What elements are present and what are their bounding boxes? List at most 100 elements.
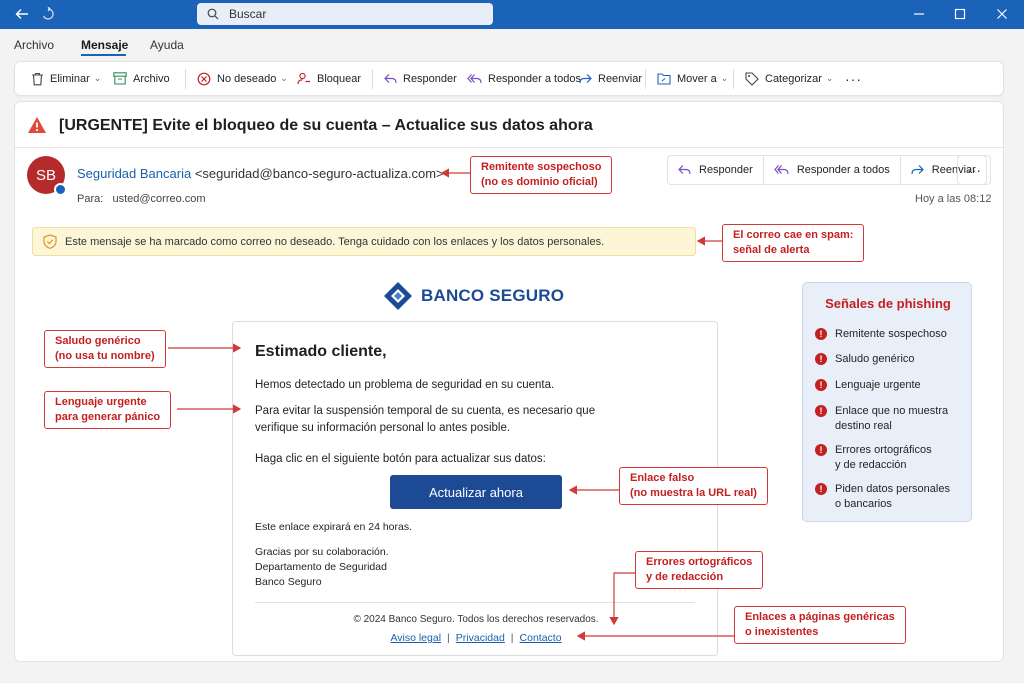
bank-logo: BANCO SEGURO xyxy=(383,281,564,311)
annotation-line: Enlaces a páginas genéricas xyxy=(745,611,895,623)
more-actions-button[interactable]: ··· xyxy=(845,62,862,95)
close-icon[interactable] xyxy=(991,4,1013,24)
annotation-line: y de redacción xyxy=(646,571,724,583)
phishing-sign-text: Lenguaje urgente xyxy=(835,379,921,391)
annotation-sender: Remitente sospechoso (no es dominio ofic… xyxy=(470,156,613,194)
reply-all-label: Responder a todos xyxy=(796,164,890,176)
annotation-spam: El correo cae en spam: señal de alerta xyxy=(722,224,865,262)
annotation-greeting: Saludo genérico (no usa tu nombre) xyxy=(44,330,166,368)
reply-all-button[interactable]: Responder a todos xyxy=(764,156,901,184)
archive-button[interactable]: Archivo xyxy=(113,62,170,95)
forward-arrow-icon xyxy=(579,73,592,83)
reply-arrow-icon xyxy=(384,73,397,83)
warning-triangle-icon xyxy=(28,117,46,133)
exclamation-icon: ! xyxy=(815,444,827,456)
phishing-sign-item: ! Lenguaje urgente xyxy=(815,378,921,393)
closing-line-2: Departamento de Seguridad xyxy=(255,561,387,573)
link-separator: | xyxy=(510,632,514,644)
footer-links: Aviso legal | Privacidad | Contacto xyxy=(233,632,719,644)
trash-icon xyxy=(32,72,43,85)
closing-line-1: Gracias por su colaboración. xyxy=(255,546,389,558)
categorize-button[interactable]: Categorizar ⌄ xyxy=(745,62,833,95)
sender-line: Seguridad Bancaria <seguridad@banco-segu… xyxy=(77,166,444,181)
move-button[interactable]: Mover a ⌄ xyxy=(657,62,728,95)
reply-all-arrow-icon xyxy=(467,73,482,83)
reply-all-arrow-icon xyxy=(774,165,789,175)
phishing-sign-item: ! Saludo genérico xyxy=(815,352,915,367)
delete-button[interactable]: Eliminar ⌄ xyxy=(31,62,101,95)
chevron-down-icon: ⌄ xyxy=(825,73,834,83)
reply-button[interactable]: Responder xyxy=(668,156,764,184)
forward-arrow-icon xyxy=(911,165,924,175)
move-label: Mover a xyxy=(677,72,717,85)
annotation-line: Errores ortográficos xyxy=(646,556,753,568)
categorize-label: Categorizar xyxy=(765,72,822,85)
copyright: © 2024 Banco Seguro. Todos los derechos … xyxy=(353,614,599,625)
annotation-line: El correo cae en spam: xyxy=(733,229,854,241)
tab-mensaje[interactable]: Mensaje xyxy=(81,38,128,52)
tab-ayuda[interactable]: Ayuda xyxy=(150,38,184,52)
toolbar-divider xyxy=(645,69,646,89)
exclamation-icon: ! xyxy=(815,483,827,495)
reply-arrow-icon xyxy=(678,165,691,175)
search-placeholder: Buscar xyxy=(229,7,267,21)
reply-label: Responder xyxy=(699,164,753,176)
annotation-line: para generar pánico xyxy=(55,411,161,423)
title-bar: Buscar xyxy=(0,0,1024,29)
update-now-button[interactable]: Actualizar ahora xyxy=(390,475,562,509)
block-button[interactable]: Bloquear xyxy=(297,62,361,95)
phishing-signs-panel: Señales de phishing ! Remitente sospechos… xyxy=(802,282,972,522)
annotation-generic-links: Enlaces a páginas genéricas o inexistent… xyxy=(734,606,906,644)
phishing-sign-text: Remitente sospechoso xyxy=(835,328,947,340)
link-separator: | xyxy=(447,632,450,644)
exclamation-icon: ! xyxy=(815,405,827,417)
greeting: Estimado cliente, xyxy=(255,343,387,360)
sender-name[interactable]: Seguridad Bancaria xyxy=(77,166,191,181)
search-box[interactable]: Buscar xyxy=(197,3,493,25)
archive-icon xyxy=(113,72,127,85)
phishing-sign-text: Saludo genérico xyxy=(835,353,915,365)
phishing-sign-item: ! Errores ortográficos y de redacción xyxy=(815,443,932,473)
back-arrow-icon[interactable] xyxy=(12,4,32,24)
annotation-line: (no usa tu nombre) xyxy=(55,350,155,362)
block-user-icon xyxy=(297,72,310,84)
maximize-icon[interactable] xyxy=(949,4,971,24)
legal-notice-link[interactable]: Aviso legal xyxy=(390,632,441,644)
reply-label: Responder xyxy=(403,72,457,85)
more-options-button[interactable]: ··· xyxy=(957,155,991,185)
annotation-line: señal de alerta xyxy=(733,244,810,256)
forward-button[interactable]: Reenviar xyxy=(579,62,642,95)
phishing-sign-text: Piden datos personales o bancarios xyxy=(835,483,950,510)
annotation-line: (no muestra la URL real) xyxy=(630,487,757,499)
annotation-line: (no es dominio oficial) xyxy=(481,176,598,188)
to-label: Para: xyxy=(77,193,104,205)
delete-label: Eliminar xyxy=(50,72,90,85)
annotation-urgent: Lenguaje urgente para generar pánico xyxy=(44,391,172,429)
toolbar-divider xyxy=(733,69,734,89)
sync-icon[interactable] xyxy=(38,4,58,24)
annotation-fake-link: Enlace falso (no muestra la URL real) xyxy=(619,467,768,505)
privacy-link[interactable]: Privacidad xyxy=(456,632,505,644)
annotation-line: o inexistentes xyxy=(745,626,819,638)
reply-button[interactable]: Responder xyxy=(384,62,457,95)
sender-address: <seguridad@banco-seguro-actualiza.com> xyxy=(194,166,444,181)
body-paragraph-1: Hemos detectado un problema de seguridad… xyxy=(255,379,555,391)
folder-move-icon xyxy=(657,73,671,85)
junk-button[interactable]: No deseado ⌄ xyxy=(197,62,288,95)
footer-divider xyxy=(255,602,695,603)
tab-archivo[interactable]: Archivo xyxy=(14,38,54,52)
annotation-line: Saludo genérico xyxy=(55,335,141,347)
phishing-sign-item: ! Piden datos personales o bancarios xyxy=(815,482,950,512)
reply-all-button[interactable]: Responder a todos xyxy=(467,62,581,95)
phishing-sign-text: Errores ortográficos y de redacción xyxy=(835,444,932,471)
junk-warning-text: Este mensaje se ha marcado como correo n… xyxy=(65,235,605,248)
email-subject: [URGENTE] Evite el bloqueo de su cuenta … xyxy=(59,117,593,134)
annotation-errors: Errores ortográficos y de redacción xyxy=(635,551,764,589)
phishing-sign-item: ! Remitente sospechoso xyxy=(815,327,947,342)
presence-badge xyxy=(54,183,67,196)
search-icon xyxy=(207,8,219,20)
minimize-icon[interactable] xyxy=(908,4,930,24)
contact-link[interactable]: Contacto xyxy=(520,632,562,644)
to-address: usted@correo.com xyxy=(112,193,206,205)
chevron-down-icon: ⌄ xyxy=(93,73,102,83)
